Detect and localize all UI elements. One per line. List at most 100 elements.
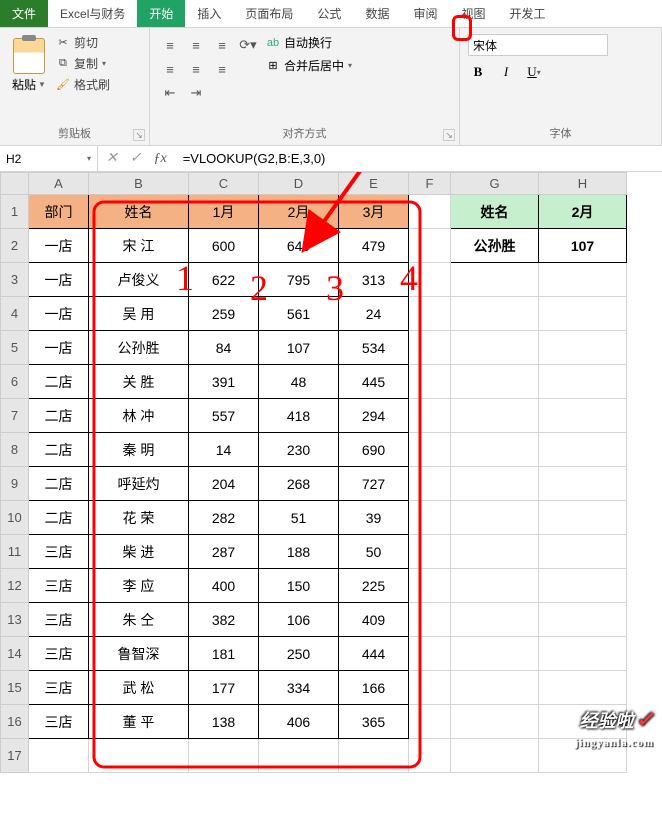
align-middle-button[interactable]: ≡ (184, 34, 208, 56)
cell[interactable]: 534 (339, 331, 409, 365)
cell[interactable]: 365 (339, 705, 409, 739)
cell[interactable] (409, 331, 451, 365)
row-header[interactable]: 9 (1, 467, 29, 501)
increase-indent-button[interactable]: ⇥ (184, 82, 208, 104)
cell[interactable] (539, 365, 627, 399)
cell[interactable]: 181 (189, 637, 259, 671)
cell[interactable] (451, 535, 539, 569)
cell[interactable]: 382 (189, 603, 259, 637)
cell[interactable]: 106 (259, 603, 339, 637)
cell[interactable] (409, 501, 451, 535)
cell[interactable]: 107 (539, 229, 627, 263)
chevron-down-icon[interactable]: ▾ (102, 59, 106, 68)
cell[interactable]: 282 (189, 501, 259, 535)
cell[interactable] (451, 297, 539, 331)
menu-data[interactable]: 数据 (353, 0, 401, 27)
cell[interactable] (409, 603, 451, 637)
cell[interactable]: 287 (189, 535, 259, 569)
cell[interactable] (409, 365, 451, 399)
cell[interactable]: 166 (339, 671, 409, 705)
cell[interactable] (539, 569, 627, 603)
cell[interactable]: 二店 (29, 399, 89, 433)
cell[interactable]: 关 胜 (89, 365, 189, 399)
cell[interactable]: 一店 (29, 331, 89, 365)
cell[interactable] (451, 467, 539, 501)
cell[interactable] (451, 365, 539, 399)
cell[interactable]: 花 荣 (89, 501, 189, 535)
cell[interactable]: 444 (339, 637, 409, 671)
row-header[interactable]: 8 (1, 433, 29, 467)
cell[interactable]: 690 (339, 433, 409, 467)
cell[interactable]: 418 (259, 399, 339, 433)
col-header[interactable]: D (259, 173, 339, 195)
wrap-text-button[interactable]: ab自动换行 (266, 34, 352, 51)
cell[interactable]: 林 冲 (89, 399, 189, 433)
cell[interactable]: 宋 江 (89, 229, 189, 263)
cell[interactable] (539, 399, 627, 433)
cell[interactable]: 2月 (539, 195, 627, 229)
chevron-down-icon[interactable]: ▼ (38, 80, 46, 89)
cell[interactable] (539, 637, 627, 671)
cell[interactable] (451, 399, 539, 433)
menu-review[interactable]: 审阅 (401, 0, 449, 27)
cell[interactable]: 622 (189, 263, 259, 297)
cell[interactable] (451, 433, 539, 467)
row-header[interactable]: 4 (1, 297, 29, 331)
cell[interactable] (409, 671, 451, 705)
fx-icon[interactable]: ƒx (153, 151, 166, 167)
cell[interactable]: 一店 (29, 297, 89, 331)
cell[interactable] (189, 739, 259, 773)
cell[interactable]: 795 (259, 263, 339, 297)
cell[interactable]: 727 (339, 467, 409, 501)
cell[interactable]: 561 (259, 297, 339, 331)
cell[interactable]: 三店 (29, 637, 89, 671)
cell[interactable]: 50 (339, 535, 409, 569)
col-header[interactable]: B (89, 173, 189, 195)
cell[interactable]: 三店 (29, 535, 89, 569)
cell[interactable] (539, 297, 627, 331)
align-left-button[interactable]: ≡ (158, 58, 182, 80)
cell[interactable]: 李 应 (89, 569, 189, 603)
underline-button[interactable]: U▾ (524, 62, 544, 82)
row-header[interactable]: 5 (1, 331, 29, 365)
cell[interactable] (539, 263, 627, 297)
cell[interactable]: 225 (339, 569, 409, 603)
cell[interactable]: 84 (189, 331, 259, 365)
cell[interactable]: 557 (189, 399, 259, 433)
cell[interactable]: 268 (259, 467, 339, 501)
cell[interactable]: 三店 (29, 671, 89, 705)
orientation-button[interactable]: ⟳▾ (236, 34, 260, 56)
name-box[interactable]: H2 ▾ (0, 146, 98, 171)
cell[interactable]: 一店 (29, 263, 89, 297)
menu-excel-finance[interactable]: Excel与财务 (48, 0, 137, 27)
cell[interactable] (539, 671, 627, 705)
cell[interactable] (409, 263, 451, 297)
cell[interactable]: 董 平 (89, 705, 189, 739)
menu-page-layout[interactable]: 页面布局 (233, 0, 305, 27)
cell[interactable]: 48 (259, 365, 339, 399)
cell[interactable]: 卢俊义 (89, 263, 189, 297)
cell[interactable] (539, 535, 627, 569)
cell[interactable]: 24 (339, 297, 409, 331)
cell[interactable] (409, 195, 451, 229)
cell[interactable]: 公孙胜 (451, 229, 539, 263)
cell[interactable] (409, 399, 451, 433)
cell[interactable] (451, 603, 539, 637)
spreadsheet-grid[interactable]: A B C D E F G H 1 部门 姓名 1月 2月 3月 姓名 2月 2… (0, 172, 627, 773)
row-header[interactable]: 17 (1, 739, 29, 773)
cell[interactable]: 姓名 (451, 195, 539, 229)
cell[interactable]: 公孙胜 (89, 331, 189, 365)
chevron-down-icon[interactable]: ▾ (87, 154, 91, 163)
cell[interactable] (451, 569, 539, 603)
row-header[interactable]: 16 (1, 705, 29, 739)
confirm-icon[interactable]: ✓ (130, 150, 142, 167)
menu-view[interactable]: 视图 (449, 0, 497, 27)
cell[interactable]: 一店 (29, 229, 89, 263)
paste-button[interactable]: 粘贴▼ (8, 34, 50, 97)
cell[interactable]: 三店 (29, 603, 89, 637)
cell[interactable] (451, 331, 539, 365)
merge-center-button[interactable]: ⊞合并后居中▾ (266, 57, 352, 74)
cell[interactable]: 呼延灼 (89, 467, 189, 501)
row-header[interactable]: 2 (1, 229, 29, 263)
cell[interactable]: 姓名 (89, 195, 189, 229)
